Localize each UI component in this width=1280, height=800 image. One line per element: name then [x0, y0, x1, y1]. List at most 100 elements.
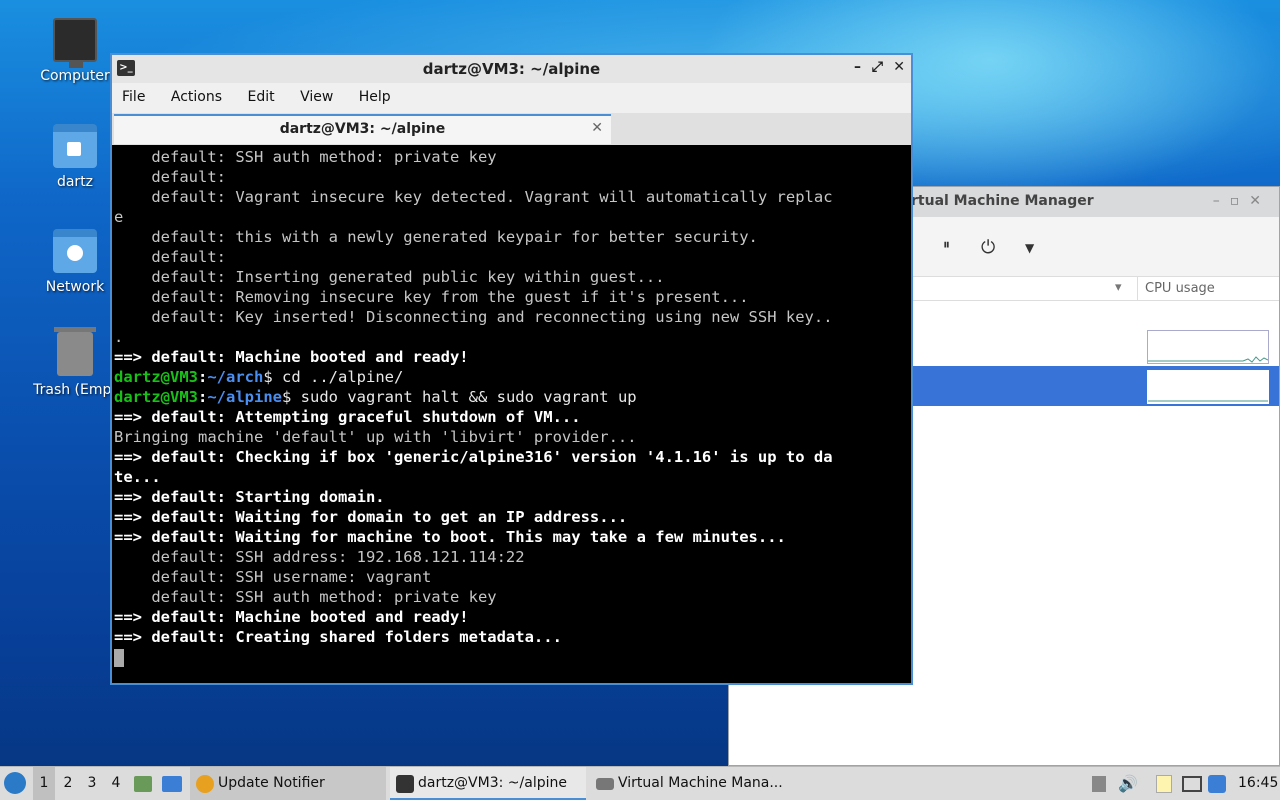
cpu-usage-graph — [1147, 370, 1269, 404]
workspace-1[interactable]: 1 — [33, 767, 55, 800]
task-label: dartz@VM3: ~/alpine — [418, 775, 567, 791]
terminal-line: default: Removing insecure key from the … — [114, 288, 749, 306]
terminal-line: e — [114, 208, 124, 226]
terminal-line: dartz@VM3:~/arch$ cd ../alpine/ — [114, 367, 911, 387]
file-manager-launcher[interactable] — [134, 767, 154, 800]
vmm-icon — [596, 778, 614, 790]
terminal-output[interactable]: default: SSH auth method: private key de… — [114, 147, 911, 683]
computer-icon — [53, 18, 97, 68]
terminal-line: default: — [114, 168, 226, 186]
terminal-line: ==> default: Machine booted and ready! — [114, 608, 469, 626]
power-icon[interactable]: ⏻ — [981, 237, 995, 258]
terminal-line: default: this with a newly generated key… — [114, 228, 758, 246]
menu-view[interactable]: View — [300, 89, 333, 105]
terminal-line: ==> default: Creating shared folders met… — [114, 628, 562, 646]
terminal-icon: >_ — [117, 60, 135, 76]
minimize-icon[interactable]: – — [854, 59, 861, 75]
prompt-command: $ sudo vagrant halt && sudo vagrant up — [282, 388, 637, 406]
terminal-line: ==> default: Waiting for domain to get a… — [114, 508, 628, 526]
menu-edit[interactable]: Edit — [247, 89, 274, 105]
column-divider — [1137, 277, 1138, 301]
task-label: Virtual Machine Mana... — [618, 775, 783, 791]
terminal-window: >_ dartz@VM3: ~/alpine – ⤢ ✕ File Action… — [110, 53, 913, 685]
home-folder-icon — [53, 124, 97, 168]
prompt-path: ~/arch — [207, 368, 264, 386]
sort-arrow-icon[interactable]: ▾ — [1115, 280, 1122, 295]
task-terminal[interactable]: dartz@VM3: ~/alpine — [390, 767, 586, 800]
prompt-separator: : — [198, 368, 208, 386]
terminal-cursor-line — [114, 647, 911, 667]
clipboard-icon[interactable] — [1156, 767, 1174, 800]
task-vmm[interactable]: Virtual Machine Mana... — [590, 767, 790, 800]
task-update-notifier[interactable]: Update Notifier — [190, 767, 386, 800]
terminal-line: . — [114, 328, 124, 346]
menu-actions[interactable]: Actions — [171, 89, 222, 105]
tab-bar: dartz@VM3: ~/alpine ✕ — [112, 113, 911, 145]
terminal-line: dartz@VM3:~/alpine$ sudo vagrant halt &&… — [114, 387, 911, 407]
terminal-line: ==> default: Attempting graceful shutdow… — [114, 408, 581, 426]
prompt-command: $ cd ../alpine/ — [263, 368, 404, 386]
terminal-icon — [396, 775, 414, 793]
terminal-line: default: SSH auth method: private key — [114, 148, 497, 166]
prompt-path: ~/alpine — [207, 388, 282, 406]
prompt-separator: : — [198, 388, 208, 406]
workspace-3[interactable]: 3 — [81, 767, 103, 800]
task-label: Update Notifier — [218, 775, 325, 791]
volume-icon[interactable]: 🔊 — [1118, 767, 1138, 800]
terminal-line: default: Vagrant insecure key detected. … — [114, 188, 833, 206]
workspace-4[interactable]: 4 — [105, 767, 127, 800]
cpu-usage-header[interactable]: CPU usage — [1145, 281, 1215, 296]
trash-icon — [54, 327, 96, 376]
menu-file[interactable]: File — [122, 89, 145, 105]
taskbar: 1 2 3 4 Update Notifier dartz@VM3: ~/alp… — [0, 766, 1280, 800]
terminal-line: default: SSH address: 192.168.121.114:22 — [114, 548, 525, 566]
network-tray-icon[interactable] — [1182, 767, 1204, 800]
vmm-title: rtual Machine Manager — [911, 193, 1094, 209]
desktop-icon-label: dartz — [56, 174, 94, 190]
tab-close-icon[interactable]: ✕ — [591, 120, 603, 136]
terminal-line: Bringing machine 'default' up with 'libv… — [114, 428, 637, 446]
terminal-titlebar[interactable]: >_ dartz@VM3: ~/alpine – ⤢ ✕ — [112, 55, 911, 83]
desktop-icon-label: Computer — [40, 68, 110, 84]
network-glyph — [1182, 776, 1202, 792]
update-glyph — [1208, 775, 1226, 793]
desktop-icon — [162, 776, 182, 792]
desktop-icon-label: Trash (Empt — [33, 382, 117, 398]
terminal-line: default: — [114, 248, 226, 266]
terminal-line: default: SSH auth method: private key — [114, 588, 497, 606]
update-notifier-icon — [196, 775, 214, 793]
menu-bar: File Actions Edit View Help — [112, 83, 911, 113]
terminal-line: default: Key inserted! Disconnecting and… — [114, 308, 833, 326]
network-folder-icon — [53, 229, 97, 273]
terminal-line: ==> default: Machine booted and ready! — [114, 348, 469, 366]
update-tray-icon[interactable] — [1208, 767, 1228, 800]
terminal-line: ==> default: Checking if box 'generic/al… — [114, 448, 833, 466]
prompt-user: dartz@VM3 — [114, 368, 198, 386]
app-menu-button[interactable] — [4, 767, 30, 800]
lxqt-menu-icon — [4, 772, 26, 794]
cpu-usage-graph — [1147, 330, 1269, 364]
vmm-window-controls[interactable]: –▫✕ — [1213, 193, 1271, 209]
workspace-2[interactable]: 2 — [57, 767, 79, 800]
terminal-line: default: Inserting generated public key … — [114, 268, 665, 286]
chevron-down-icon[interactable]: ▼ — [1025, 241, 1034, 255]
tray-expand-icon[interactable] — [1092, 767, 1108, 800]
maximize-icon[interactable]: ⤢ — [872, 59, 883, 75]
clipboard-glyph — [1156, 775, 1172, 793]
prompt-user: dartz@VM3 — [114, 388, 198, 406]
terminal-line: ==> default: Starting domain. — [114, 488, 385, 506]
tab-label: dartz@VM3: ~/alpine — [279, 121, 446, 137]
clock[interactable]: 16:45 — [1238, 767, 1278, 800]
desktop-icon-label: Network — [45, 279, 105, 295]
window-title: dartz@VM3: ~/alpine — [422, 60, 601, 78]
terminal-line: default: SSH username: vagrant — [114, 568, 432, 586]
tray-arrow-icon — [1092, 776, 1106, 792]
terminal-tab[interactable]: dartz@VM3: ~/alpine ✕ — [114, 114, 611, 144]
file-manager-icon — [134, 776, 152, 792]
terminal-line: te... — [114, 468, 161, 486]
terminal-cursor — [114, 648, 124, 667]
close-icon[interactable]: ✕ — [893, 59, 905, 75]
show-desktop-button[interactable] — [162, 767, 184, 800]
menu-help[interactable]: Help — [359, 89, 391, 105]
pause-icon[interactable]: ⏸ — [943, 237, 950, 253]
